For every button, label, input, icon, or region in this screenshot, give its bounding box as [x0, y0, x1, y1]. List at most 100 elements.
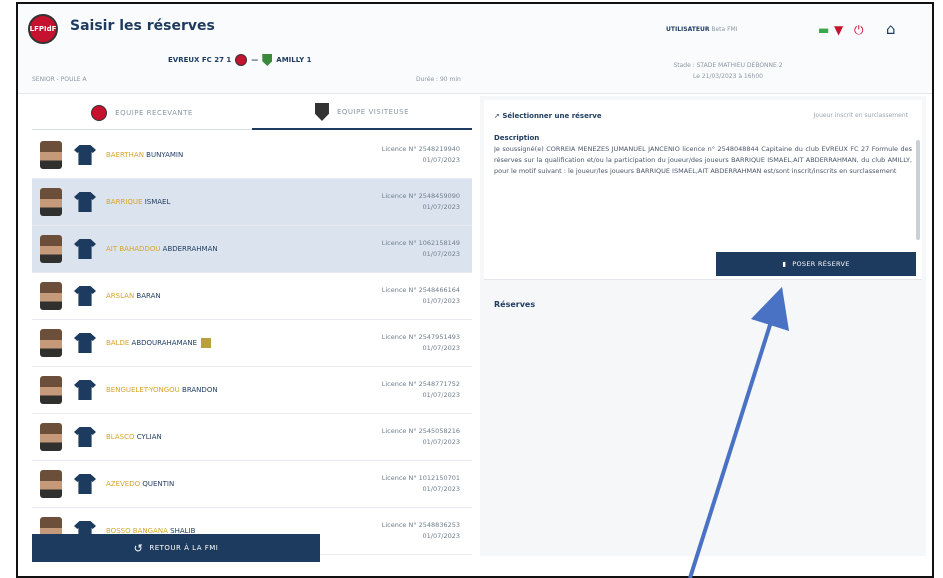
team-tabs: EQUIPE RECEVANTE EQUIPE VISITEUSE — [32, 96, 472, 130]
filter-icon[interactable]: ▼ — [834, 23, 843, 37]
match-datetime: Le 21/03/2023 à 16h00 — [693, 73, 763, 80]
stadium-label: Stade : STADE MATHIEU DEBONNE 2 — [673, 62, 783, 69]
retour-label: RETOUR À LA FMI — [149, 544, 219, 552]
player-first-name: ABDOURAHAMANE — [131, 339, 198, 347]
licence-number: Licence N° 2548466164 — [381, 286, 460, 294]
licence-number: Licence N° 2547951493 — [381, 333, 460, 341]
description-scrollbar[interactable] — [916, 140, 920, 240]
player-name: BALDE ABDOURAHAMANE — [106, 338, 212, 348]
player-name: ARSLAN BARAN — [106, 292, 161, 300]
player-row[interactable]: AIT BAHADDOU ABDERRAHMAN Licence N° 10621… — [32, 226, 472, 273]
captain-badge-icon — [201, 338, 212, 348]
player-row[interactable]: BALDE ABDOURAHAMANE Licence N° 2547951493… — [32, 320, 472, 367]
licence-info: Licence N° 2548466164 01/07/2023 — [382, 285, 460, 307]
licence-number: Licence N° 1062158149 — [381, 239, 460, 247]
player-last-name: BENGUELET-YONGOU — [106, 386, 180, 394]
licence-info: Licence N° 2548219940 01/07/2023 — [382, 144, 460, 166]
home-icon[interactable]: ⌂ — [886, 20, 896, 38]
poser-reserve-button[interactable]: ▮ POSER RÉSERVE — [716, 252, 916, 276]
licence-date: 01/07/2023 — [422, 485, 460, 493]
licence-number: Licence N° 2548459090 — [381, 192, 460, 200]
player-first-name: CYLIAN — [136, 433, 162, 441]
tab-home-team[interactable]: EQUIPE RECEVANTE — [32, 96, 252, 130]
jersey-icon — [74, 474, 96, 494]
player-name: AIT BAHADDOU ABDERRAHMAN — [106, 245, 218, 253]
jersey-icon — [74, 239, 96, 259]
description-label: Description — [494, 134, 540, 142]
tab-away-team[interactable]: EQUIPE VISITEUSE — [252, 96, 472, 130]
jersey-icon — [74, 145, 96, 165]
players-panel: EQUIPE RECEVANTE EQUIPE VISITEUSE BAERTH… — [32, 96, 472, 562]
player-row[interactable]: BLASCO CYLIAN Licence N° 2545058216 01/07/… — [32, 414, 472, 461]
poser-label: POSER RÉSERVE — [792, 260, 850, 268]
licence-date: 01/07/2023 — [422, 532, 460, 540]
player-name: BARRIQUE ISMAEL — [106, 198, 170, 206]
user-name: Beta FMI — [711, 26, 738, 33]
licence-date: 01/07/2023 — [422, 391, 460, 399]
document-icon: ▮ — [782, 260, 787, 268]
jersey-icon — [74, 333, 96, 353]
licence-number: Licence N° 2548836253 — [381, 521, 460, 529]
jersey-icon — [74, 427, 96, 447]
user-label: UTILISATEUR — [666, 26, 710, 33]
home-team-logo-icon — [91, 105, 108, 121]
player-photo — [40, 329, 62, 357]
player-row[interactable]: BENGUELET-YONGOU BRANDON Licence N° 25487… — [32, 367, 472, 414]
retour-fmi-button[interactable]: ↺ RETOUR À LA FMI — [32, 534, 320, 562]
player-first-name: QUENTIN — [142, 480, 175, 488]
licence-date: 01/07/2023 — [422, 250, 460, 258]
jersey-icon — [74, 192, 96, 212]
player-photo — [40, 423, 62, 451]
licence-info: Licence N° 2547951493 01/07/2023 — [382, 332, 460, 354]
reserves-title: Réserves — [494, 300, 536, 309]
licence-info: Licence N° 2548459090 01/07/2023 — [382, 191, 460, 213]
player-photo — [40, 376, 62, 404]
licence-number: Licence N° 2545058216 — [381, 427, 460, 435]
player-last-name: BAERTHAN — [106, 151, 144, 159]
player-last-name: BALDE — [106, 339, 130, 347]
jersey-icon — [74, 380, 96, 400]
player-photo — [40, 470, 62, 498]
player-photo — [40, 188, 62, 216]
licence-date: 01/07/2023 — [422, 438, 460, 446]
licence-info: Licence N° 1062158149 01/07/2023 — [382, 238, 460, 260]
jersey-icon — [74, 286, 96, 306]
stadium-info: Stade : STADE MATHIEU DEBONNE 2 Le 21/03… — [648, 60, 808, 82]
player-photo — [40, 141, 62, 169]
player-row[interactable]: BAERTHAN BUNYAMIN Licence N° 2548219940 01… — [32, 132, 472, 179]
power-icon[interactable]: ⏻ — [854, 23, 864, 38]
licence-number: Licence N° 1012150701 — [381, 474, 460, 482]
licence-date: 01/07/2023 — [422, 203, 460, 211]
player-photo — [40, 282, 62, 310]
app-frame: LFPIdF Saisir les réserves EVREUX FC 27 … — [16, 2, 934, 578]
player-first-name: BARAN — [136, 292, 161, 300]
player-name: BLASCO CYLIAN — [106, 433, 162, 441]
match-info: EVREUX FC 27 1 — AMILLY 1 — [168, 54, 312, 66]
reserve-panel: ➚ Sélectionner une réserve Joueur inscri… — [480, 96, 926, 556]
licence-date: 01/07/2023 — [422, 156, 460, 164]
home-crest-icon — [235, 54, 248, 66]
description-text[interactable]: Je soussigné(e) CORREIA MENEZES JUMANUEL… — [494, 144, 912, 240]
tab-label: EQUIPE VISITEUSE — [336, 108, 410, 116]
player-first-name: ISMAEL — [144, 198, 171, 206]
connection-icon[interactable]: ▬ — [818, 23, 829, 37]
player-photo — [40, 235, 62, 263]
reserve-type-select[interactable]: Joueur inscrit en surclassement — [814, 112, 908, 119]
player-name: BENGUELET-YONGOU BRANDON — [106, 386, 218, 394]
player-row[interactable]: AZEVEDO QUENTIN Licence N° 1012150701 01/0… — [32, 461, 472, 508]
division-label: SENIOR - POULE A — [32, 76, 87, 83]
home-team-name: EVREUX FC 27 1 — [168, 56, 232, 64]
licence-number: Licence N° 2548219940 — [381, 145, 460, 153]
player-last-name: BLASCO — [106, 433, 135, 441]
player-row[interactable]: ARSLAN BARAN Licence N° 2548466164 01/07/2… — [32, 273, 472, 320]
player-first-name: BRANDON — [182, 386, 218, 394]
licence-info: Licence N° 1012150701 01/07/2023 — [382, 473, 460, 495]
player-list: BAERTHAN BUNYAMIN Licence N° 2548219940 01… — [32, 132, 472, 555]
select-reserve-dropdown[interactable]: ➚ Sélectionner une réserve — [494, 112, 602, 120]
licence-date: 01/07/2023 — [422, 297, 460, 305]
player-name: BAERTHAN BUNYAMIN — [106, 151, 183, 159]
player-first-name: BUNYAMIN — [146, 151, 184, 159]
licence-info: Licence N° 2548771752 01/07/2023 — [382, 379, 460, 401]
player-row[interactable]: BARRIQUE ISMAEL Licence N° 2548459090 01/0… — [32, 179, 472, 226]
player-first-name: ABDERRAHMAN — [162, 245, 218, 253]
